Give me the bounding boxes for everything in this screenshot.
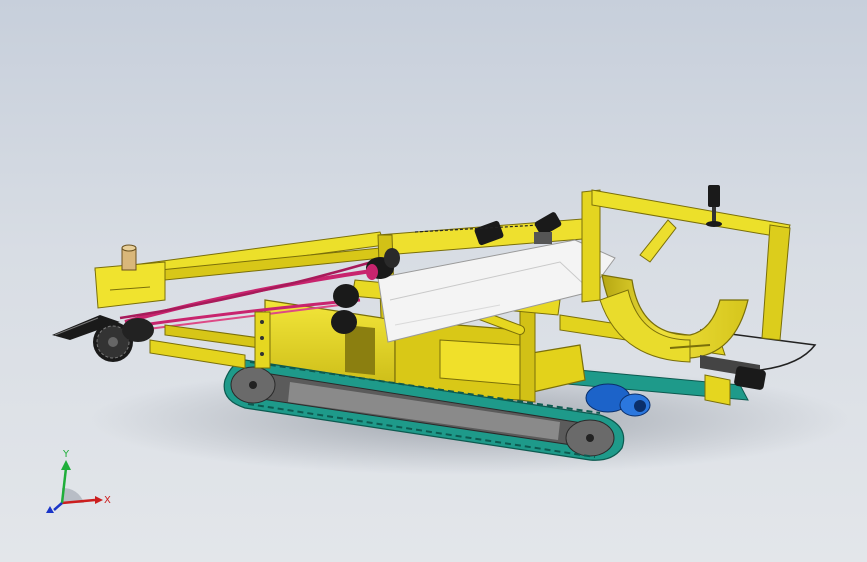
harvester-model[interactable]: X Y [0, 0, 867, 562]
z-axis-arrow [46, 506, 54, 513]
axis-triad: X Y [46, 449, 111, 513]
z-axis-line [53, 502, 63, 511]
y-axis-label: Y [62, 449, 70, 460]
y-axis-arrow [61, 460, 71, 470]
cad-viewport[interactable]: X Y [0, 0, 867, 562]
x-axis-arrow [95, 496, 103, 504]
x-axis-label: X [104, 495, 111, 506]
